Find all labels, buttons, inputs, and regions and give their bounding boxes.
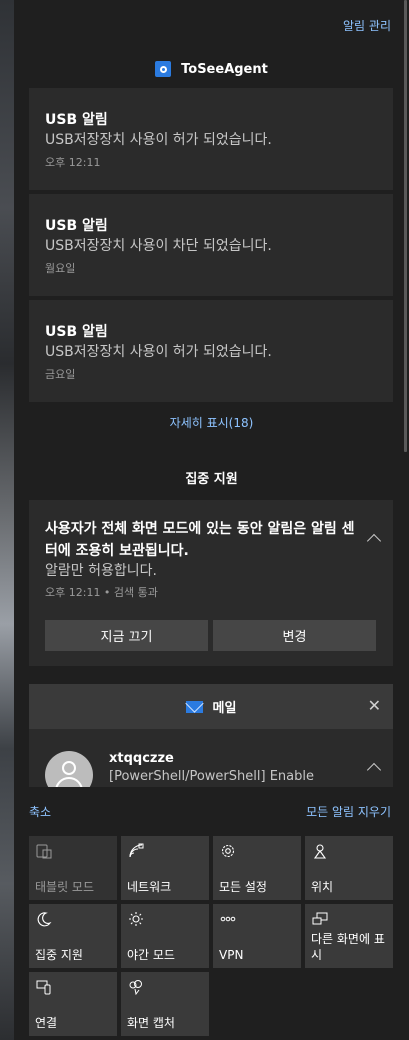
mail-group-header: 메일 ✕ bbox=[29, 684, 393, 729]
show-more-link[interactable]: 자세히 표시(18) bbox=[14, 414, 409, 431]
tile-label: 야간 모드 bbox=[127, 948, 175, 962]
moon-icon bbox=[37, 912, 52, 927]
tablet-mode-icon bbox=[36, 844, 52, 859]
chevron-up-icon[interactable] bbox=[366, 533, 382, 549]
connect-icon bbox=[36, 980, 51, 995]
notification-title: USB 알림 bbox=[45, 218, 108, 234]
tile-project[interactable]: 다른 화면에 표시 bbox=[305, 904, 393, 968]
focus-assist-subtext: 알람만 허용합니다. bbox=[45, 563, 157, 579]
tile-label: VPN bbox=[219, 948, 244, 962]
focus-assist-time: 오후 12:11 • 검색 통과 bbox=[45, 586, 158, 599]
tile-screen-capture[interactable]: 화면 캡처 bbox=[121, 972, 209, 1036]
tile-label: 네트워크 bbox=[127, 880, 172, 894]
close-icon[interactable]: ✕ bbox=[368, 696, 381, 715]
tile-location[interactable]: 위치 bbox=[305, 836, 393, 900]
tile-label: 태블릿 모드 bbox=[35, 880, 95, 894]
notification-title: USB 알림 bbox=[45, 324, 108, 340]
tile-tablet-mode[interactable]: 태블릿 모드 bbox=[29, 836, 117, 900]
notification-time: 오후 12:11 bbox=[45, 156, 101, 169]
toseeagent-app-icon bbox=[155, 61, 172, 77]
tile-label: 집중 지원 bbox=[35, 948, 83, 962]
tile-label: 위치 bbox=[311, 880, 334, 894]
chevron-up-icon[interactable] bbox=[366, 762, 382, 778]
tile-label: 모든 설정 bbox=[219, 880, 267, 894]
tile-night-mode[interactable]: 야간 모드 bbox=[121, 904, 209, 968]
tile-focus-assist[interactable]: 집중 지원 bbox=[29, 904, 117, 968]
focus-assist-headline: 사용자가 전체 화면 모드에 있는 동안 알림은 알림 센터에 조용히 보관됩니… bbox=[45, 521, 355, 559]
focus-assist-card[interactable]: 사용자가 전체 화면 모드에 있는 동안 알림은 알림 센터에 조용히 보관됩니… bbox=[29, 500, 393, 666]
notification-time: 월요일 bbox=[45, 262, 76, 275]
tile-all-settings[interactable]: 모든 설정 bbox=[213, 836, 301, 900]
gear-icon bbox=[221, 844, 235, 858]
sun-icon bbox=[129, 912, 143, 926]
app-group-header: ToSeeAgent bbox=[14, 59, 409, 79]
turn-off-now-button[interactable]: 지금 끄기 bbox=[45, 620, 208, 651]
network-icon bbox=[129, 843, 144, 858]
clear-all-notifications-link[interactable]: 모든 알림 지우기 bbox=[306, 803, 391, 820]
notification-body: USB저장장치 사용이 차단 되었습니다. bbox=[45, 238, 272, 254]
desktop-wallpaper bbox=[0, 0, 14, 1040]
mail-group-title: 메일 bbox=[212, 701, 237, 716]
tile-label: 화면 캡처 bbox=[127, 1016, 175, 1030]
notification-body: USB저장장치 사용이 허가 되었습니다. bbox=[45, 132, 272, 148]
mail-icon bbox=[185, 700, 203, 713]
tile-vpn[interactable]: VPN bbox=[213, 904, 301, 968]
project-icon bbox=[312, 912, 328, 925]
notification-card[interactable]: USB 알림 USB저장장치 사용이 차단 되었습니다. 월요일 bbox=[29, 194, 393, 296]
vpn-icon bbox=[220, 916, 236, 922]
location-icon bbox=[313, 844, 327, 859]
focus-assist-section-title: 집중 지원 bbox=[185, 472, 238, 487]
screen-capture-icon bbox=[129, 980, 142, 995]
notification-body: USB저장장치 사용이 허가 되었습니다. bbox=[45, 344, 272, 360]
tile-label: 연결 bbox=[35, 1016, 58, 1030]
app-group-title: ToSeeAgent bbox=[181, 61, 268, 77]
mail-notification[interactable]: xtqqczze [PowerShell/PowerShell] Enable bbox=[29, 729, 393, 787]
notification-time: 금요일 bbox=[45, 368, 76, 381]
tile-network[interactable]: 네트워크 bbox=[121, 836, 209, 900]
avatar bbox=[45, 751, 93, 787]
notification-title: USB 알림 bbox=[45, 112, 108, 128]
collapse-link[interactable]: 축소 bbox=[29, 803, 51, 820]
mail-preview: [PowerShell/PowerShell] Enable bbox=[109, 769, 314, 784]
notification-card[interactable]: USB 알림 USB저장장치 사용이 허가 되었습니다. 금요일 bbox=[29, 300, 393, 402]
tile-label: 다른 화면에 표시 bbox=[311, 932, 385, 962]
change-button[interactable]: 변경 bbox=[213, 620, 376, 651]
mail-sender: xtqqczze bbox=[109, 751, 174, 766]
tile-connect[interactable]: 연결 bbox=[29, 972, 117, 1036]
notification-card[interactable]: USB 알림 USB저장장치 사용이 허가 되었습니다. 오후 12:11 bbox=[29, 88, 393, 190]
manage-notifications-link[interactable]: 알림 관리 bbox=[343, 17, 391, 34]
